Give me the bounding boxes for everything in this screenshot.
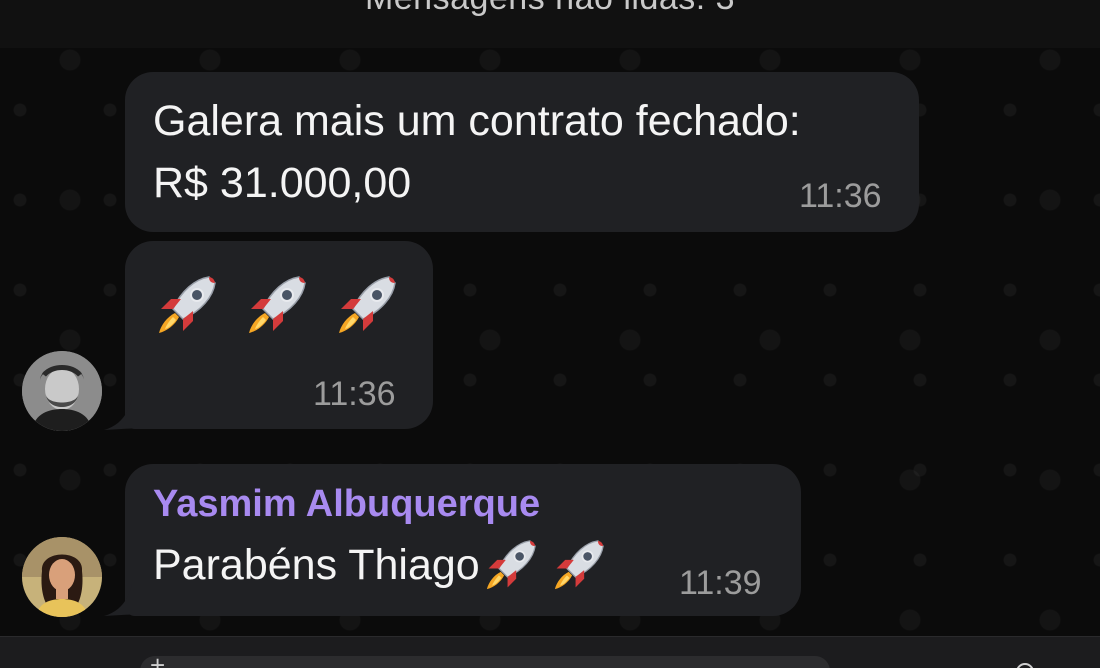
avatar-photo [22,537,102,617]
message-bubble[interactable]: 11:36 [125,241,433,429]
message-line: Galera mais um contrato fechado: [153,97,801,145]
avatar[interactable] [22,351,102,431]
message-text: Galera mais um contrato fechado: R$ 31.0… [153,90,801,214]
rocket-icon [554,540,604,590]
avatar-photo [22,351,102,431]
message-bubble[interactable]: Yasmim Albuquerque Parabéns Thiago 11:39 [125,464,801,616]
message-timestamp: 11:39 [679,564,762,602]
message-line: R$ 31.000,00 [153,159,412,207]
plus-icon[interactable]: + [150,650,165,668]
message-bubble[interactable]: Galera mais um contrato fechado: R$ 31.0… [125,72,919,232]
bubble-tail [104,398,140,430]
avatar[interactable] [22,537,102,617]
chat-area: Mensagens não lidas: 3 Galera mais um co… [0,0,1100,668]
message-line: Parabéns Thiago [153,541,480,589]
unread-messages-banner: Mensagens não lidas: 3 [0,0,1100,48]
rocket-icon [249,276,306,333]
message-timestamp: 11:36 [799,177,882,215]
message-input[interactable] [140,656,830,668]
rocket-icon [486,540,536,590]
sender-name[interactable]: Yasmim Albuquerque [153,482,540,526]
rocket-icon [339,276,396,333]
camera-icon[interactable] [1010,658,1040,668]
rocket-icon [159,276,216,333]
message-timestamp: 11:36 [313,375,396,413]
bubble-tail [104,584,140,616]
message-text: Parabéns Thiago [153,534,610,596]
emoji-row [151,269,403,341]
unread-banner-label: Mensagens não lidas: 3 [365,0,735,18]
